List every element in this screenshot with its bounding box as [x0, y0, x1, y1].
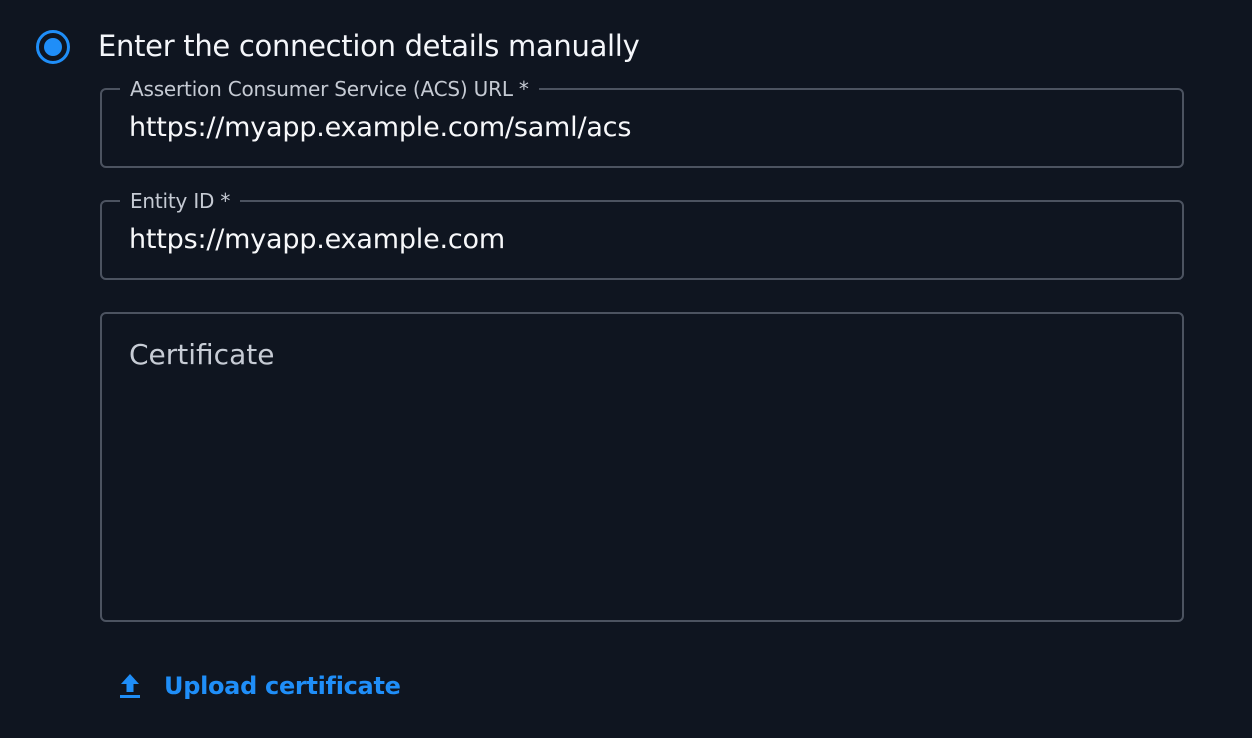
upload-certificate-label: Upload certificate — [164, 672, 401, 700]
radio-button[interactable] — [36, 30, 70, 64]
acs-url-label: Assertion Consumer Service (ACS) URL * — [120, 76, 539, 102]
certificate-placeholder: Certificate — [129, 338, 275, 371]
acs-url-field[interactable]: Assertion Consumer Service (ACS) URL * — [100, 76, 1184, 168]
certificate-textarea[interactable]: Certificate — [100, 312, 1184, 622]
entity-id-field[interactable]: Entity ID * — [100, 188, 1184, 280]
entity-id-label: Entity ID * — [120, 188, 241, 214]
upload-icon — [117, 671, 143, 701]
entity-id-input[interactable] — [129, 224, 1149, 255]
radio-selected-dot — [44, 38, 62, 56]
manual-connection-radio-option[interactable]: Enter the connection details manually — [36, 26, 640, 68]
upload-certificate-button[interactable]: Upload certificate — [117, 668, 401, 704]
radio-label: Enter the connection details manually — [98, 29, 640, 63]
acs-url-input[interactable] — [129, 112, 1149, 143]
